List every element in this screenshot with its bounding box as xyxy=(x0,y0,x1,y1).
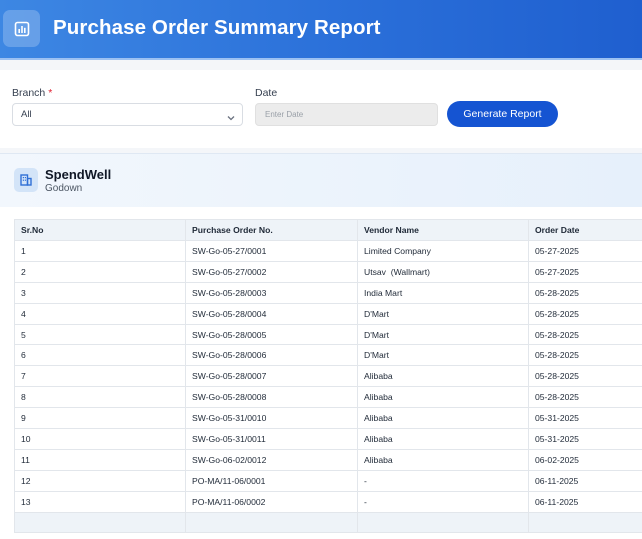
sr-no-cell: 6 xyxy=(14,344,186,367)
order-date-cell: 05-27-2025 xyxy=(528,240,642,262)
sr-no-cell: 8 xyxy=(14,386,186,409)
table-row: 12 PO-MA/11-06/0001-06-11-2025 xyxy=(14,469,642,492)
sr-no-cell: 3 xyxy=(14,281,186,304)
order-date-cell: 05-31-2025 xyxy=(528,407,642,430)
vendor-name-cell: Alibaba xyxy=(357,448,529,471)
order-date-cell: 05-28-2025 xyxy=(528,281,642,304)
footer-cell xyxy=(528,511,642,534)
vendor-name-cell: India Mart xyxy=(357,281,529,304)
table-row: 3 SW-Go-05-28/0003 India Mart 05-28-2025 xyxy=(14,281,642,304)
table-footer-row xyxy=(14,511,642,534)
po-number-cell: SW-Go-05-27/0002 xyxy=(185,260,358,283)
po-number-cell: SW-Go-05-31/0011 xyxy=(185,428,358,450)
report-header: Purchase Order Summary Report xyxy=(0,0,642,60)
table-row: 8 SW-Go-05-28/0008 Alibaba 05-28-2025 xyxy=(14,386,642,409)
chevron-down-icon xyxy=(226,110,236,128)
table-row: 1 SW-Go-05-27/0001 Limited Company 05-27-20… xyxy=(14,240,642,262)
order-date-cell: 06-11-2025 xyxy=(528,469,642,492)
order-date-cell: 06-11-2025 xyxy=(528,490,642,513)
order-date-cell: 05-28-2025 xyxy=(528,323,642,346)
sr-no-cell: 13 xyxy=(14,490,186,513)
sr-no-cell: 12 xyxy=(14,469,186,492)
column-header-sr-no[interactable]: Sr.No xyxy=(14,219,186,241)
po-number-cell: SW-Go-05-28/0007 xyxy=(185,365,358,388)
bar-chart-icon xyxy=(3,10,40,47)
page-title: Purchase Order Summary Report xyxy=(53,16,381,39)
order-date-cell: 06-02-2025 xyxy=(528,448,642,471)
po-number-cell: SW-Go-05-28/0003 xyxy=(185,281,358,304)
branch-name: SpendWell xyxy=(45,167,112,182)
vendor-name-cell: D'Mart xyxy=(357,344,529,367)
sr-no-cell: 7 xyxy=(14,365,186,388)
order-date-cell: 05-28-2025 xyxy=(528,344,642,367)
vendor-name-cell: Limited Company xyxy=(357,240,529,262)
po-number-cell: SW-Go-06-02/0012 xyxy=(185,448,358,471)
po-number-cell: PO-MA/11-06/0002 xyxy=(185,490,358,513)
sr-no-cell: 9 xyxy=(14,407,186,430)
table-row: 5 SW-Go-05-28/0005 D'Mart 05-28-2025 xyxy=(14,323,642,346)
table-row: 4 SW-Go-05-28/0004 D'Mart 05-28-2025 xyxy=(14,302,642,325)
date-input[interactable]: Enter Date xyxy=(255,103,438,126)
table-row: 2 SW-Go-05-27/0002 Utsav (Wallmart) 05-27-2… xyxy=(14,260,642,283)
footer-cell xyxy=(357,511,529,534)
sr-no-cell: 10 xyxy=(14,428,186,450)
date-placeholder: Enter Date xyxy=(265,110,304,119)
po-number-cell: SW-Go-05-28/0006 xyxy=(185,344,358,367)
branch-subtitle: Godown xyxy=(45,183,83,194)
sr-no-cell: 2 xyxy=(14,260,186,283)
column-header-vendor-name[interactable]: Vendor Name xyxy=(357,219,529,241)
sr-no-cell: 11 xyxy=(14,448,186,471)
table-header-row: Sr.No Purchase Order No. Vendor Name Ord… xyxy=(14,219,642,241)
vendor-name-cell: Alibaba xyxy=(357,365,529,388)
table-row: 11 SW-Go-06-02/0012 Alibaba 06-02-2025 xyxy=(14,448,642,471)
table-row: 10 SW-Go-05-31/0011 Alibaba 05-31-2025 xyxy=(14,428,642,450)
vendor-name-cell: D'Mart xyxy=(357,323,529,346)
order-date-cell: 05-31-2025 xyxy=(528,428,642,450)
vendor-name-cell: - xyxy=(357,469,529,492)
table-row: 7 SW-Go-05-28/0007 Alibaba 05-28-2025 xyxy=(14,365,642,388)
sr-no-cell: 4 xyxy=(14,302,186,325)
date-label: Date xyxy=(255,87,278,99)
building-icon xyxy=(14,168,38,192)
po-number-cell: SW-Go-05-28/0005 xyxy=(185,323,358,346)
report-table-area: Sr.No Purchase Order No. Vendor Name Ord… xyxy=(0,207,642,539)
order-date-cell: 05-27-2025 xyxy=(528,260,642,283)
table-row: 13 PO-MA/11-06/0002-06-11-2025 xyxy=(14,490,642,513)
filter-panel: Branch * All Date Enter Date Generate Re… xyxy=(0,70,642,148)
order-date-cell: 05-28-2025 xyxy=(528,386,642,409)
vendor-name-cell: Alibaba xyxy=(357,407,529,430)
order-date-cell: 05-28-2025 xyxy=(528,302,642,325)
column-header-purchase-order-no[interactable]: Purchase Order No. xyxy=(185,219,358,241)
footer-cell xyxy=(185,511,358,534)
po-number-cell: SW-Go-05-28/0004 xyxy=(185,302,358,325)
branch-select-value: All xyxy=(21,109,32,120)
footer-cell xyxy=(14,511,186,534)
table-row: 9 SW-Go-05-31/0010 Alibaba 05-31-2025 xyxy=(14,407,642,430)
purchase-order-table: Sr.No Purchase Order No. Vendor Name Ord… xyxy=(14,219,642,534)
vendor-name-cell: - xyxy=(357,490,529,513)
vendor-name-cell: Alibaba xyxy=(357,428,529,450)
sr-no-cell: 1 xyxy=(14,240,186,262)
po-number-cell: SW-Go-05-31/0010 xyxy=(185,407,358,430)
vendor-name-cell: Alibaba xyxy=(357,386,529,409)
branch-card: SpendWell Godown xyxy=(0,153,642,207)
vendor-name-cell: D'Mart xyxy=(357,302,529,325)
vendor-name-cell: Utsav (Wallmart) xyxy=(357,260,529,283)
required-mark: * xyxy=(48,87,53,99)
branch-label-text: Branch xyxy=(12,87,46,99)
branch-label: Branch * xyxy=(12,87,52,99)
po-number-cell: SW-Go-05-27/0001 xyxy=(185,240,358,262)
branch-select[interactable]: All xyxy=(12,103,243,126)
column-header-order-date[interactable]: Order Date xyxy=(528,219,642,241)
sr-no-cell: 5 xyxy=(14,323,186,346)
table-row: 6 SW-Go-05-28/0006 D'Mart 05-28-2025 xyxy=(14,344,642,367)
order-date-cell: 05-28-2025 xyxy=(528,365,642,388)
generate-report-button[interactable]: Generate Report xyxy=(447,101,558,127)
po-number-cell: PO-MA/11-06/0001 xyxy=(185,469,358,492)
po-number-cell: SW-Go-05-28/0008 xyxy=(185,386,358,409)
